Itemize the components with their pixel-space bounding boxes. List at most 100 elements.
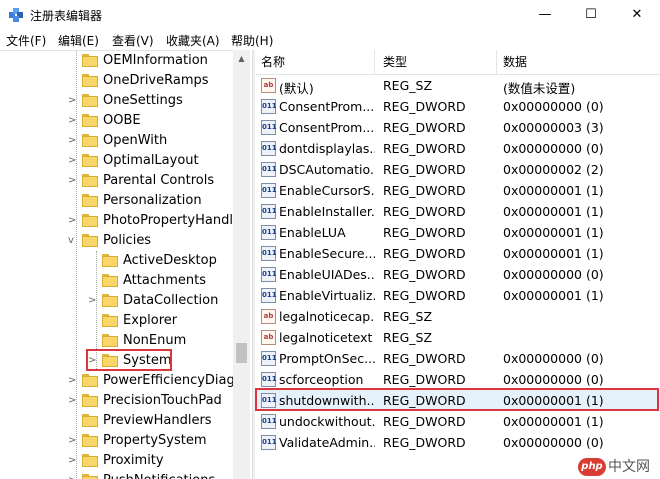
value-row[interactable]: 011 ConsentProm... REG_DWORD 0x00000000 (0) xyxy=(255,96,660,117)
value-row[interactable]: 011 EnableUIADes... REG_DWORD 0x00000000 (0… xyxy=(255,264,660,285)
expand-right-icon[interactable]: > xyxy=(68,94,78,108)
expand-right-icon[interactable] xyxy=(68,194,78,208)
binary-value-icon: 011 xyxy=(261,225,277,240)
string-value-icon: ab xyxy=(261,330,276,345)
menu-view[interactable]: 查看(V) xyxy=(112,32,154,49)
expand-right-icon[interactable] xyxy=(88,274,98,288)
tree-item-label: DataCollection xyxy=(123,293,219,308)
tree-item[interactable]: v Policies xyxy=(0,231,232,251)
value-name: ValidateAdmin... xyxy=(279,435,375,450)
tree-item[interactable]: Personalization xyxy=(0,191,232,211)
menu-edit[interactable]: 编辑(E) xyxy=(58,32,99,49)
binary-value-icon: 011 xyxy=(261,351,277,366)
value-type: REG_DWORD xyxy=(383,141,466,156)
value-row[interactable]: 011 EnableInstaller... REG_DWORD 0x00000001… xyxy=(255,201,660,222)
tree-item[interactable]: > PushNotifications xyxy=(0,471,232,479)
tree-item[interactable]: Attachments xyxy=(0,271,232,291)
folder-icon xyxy=(82,394,98,407)
column-header-type[interactable]: 类型 xyxy=(377,50,497,74)
values-list[interactable]: 名称 类型 数据 ab (默认) REG_SZ (数值未设置) 011 ConsentPr… xyxy=(255,50,660,479)
expand-right-icon[interactable]: > xyxy=(68,214,78,228)
expand-right-icon[interactable]: > xyxy=(68,474,78,479)
tree-item[interactable]: PreviewHandlers xyxy=(0,411,232,431)
column-header-data[interactable]: 数据 xyxy=(497,50,660,74)
value-name: EnableInstaller... xyxy=(279,204,375,219)
tree-item[interactable]: > OptimalLayout xyxy=(0,151,232,171)
tree-item[interactable]: > PrecisionTouchPad xyxy=(0,391,232,411)
value-row[interactable]: 011 dontdisplaylas... REG_DWORD 0x00000000 … xyxy=(255,138,660,159)
tree-item[interactable]: OEMInformation xyxy=(0,51,232,71)
expand-down-icon[interactable]: v xyxy=(68,234,78,248)
minimize-button[interactable]: — xyxy=(522,0,568,30)
expand-right-icon[interactable]: > xyxy=(68,134,78,148)
expand-right-icon[interactable]: > xyxy=(68,434,78,448)
value-row[interactable]: 011 ConsentProm... REG_DWORD 0x00000003 (3) xyxy=(255,117,660,138)
value-row[interactable]: ab legalnoticetext REG_SZ xyxy=(255,327,660,348)
value-name: EnableVirtualiz... xyxy=(279,288,375,303)
tree-item[interactable]: > PowerEfficiencyDiagno xyxy=(0,371,250,391)
value-data: 0x00000001 (1) xyxy=(503,225,604,240)
value-row[interactable]: 011 undockwithout... REG_DWORD 0x00000001 (… xyxy=(255,411,660,432)
value-type: REG_DWORD xyxy=(383,435,466,450)
tree-item[interactable]: > OpenWith xyxy=(0,131,232,151)
tree-item[interactable]: > Parental Controls xyxy=(0,171,232,191)
tree-item[interactable]: OneDriveRamps xyxy=(0,71,232,91)
expand-right-icon[interactable] xyxy=(68,54,78,68)
menu-favorites[interactable]: 收藏夹(A) xyxy=(166,32,220,49)
maximize-button[interactable]: ☐ xyxy=(568,0,614,30)
value-row[interactable]: 011 EnableVirtualiz... REG_DWORD 0x00000001… xyxy=(255,285,660,306)
tree-item-label: PushNotifications xyxy=(103,473,215,479)
expand-right-icon[interactable] xyxy=(88,334,98,348)
value-name: legalnoticetext xyxy=(279,330,373,345)
value-row[interactable]: 011 DSCAutomatio... REG_DWORD 0x00000002 (2… xyxy=(255,159,660,180)
tree-item[interactable]: > PropertySystem xyxy=(0,431,232,451)
folder-icon xyxy=(82,414,98,427)
binary-value-icon: 011 xyxy=(261,267,277,282)
expand-right-icon[interactable]: > xyxy=(68,394,78,408)
value-type: REG_SZ xyxy=(383,78,433,93)
tree-item[interactable]: > OneSettings xyxy=(0,91,232,111)
expand-right-icon[interactable] xyxy=(88,254,98,268)
scrollbar-thumb[interactable] xyxy=(236,343,247,363)
expand-right-icon[interactable]: > xyxy=(68,454,78,468)
expand-right-icon[interactable]: > xyxy=(68,374,78,388)
column-header-name[interactable]: 名称 xyxy=(255,50,375,74)
value-data: 0x00000000 (0) xyxy=(503,267,604,282)
value-row[interactable]: 011 EnableSecure... REG_DWORD 0x00000001 (1… xyxy=(255,243,660,264)
tree-item[interactable]: ActiveDesktop xyxy=(0,251,232,271)
registry-tree[interactable]: OEMInformation OneDriveRamps > OneSettings >… xyxy=(0,50,250,479)
tree-item[interactable]: > OOBE xyxy=(0,111,232,131)
value-row[interactable]: 011 EnableLUA REG_DWORD 0x00000001 (1) xyxy=(255,222,660,243)
tree-item[interactable]: > Proximity xyxy=(0,451,232,471)
close-button[interactable]: ✕ xyxy=(614,0,660,30)
expand-right-icon[interactable] xyxy=(88,314,98,328)
binary-value-icon: 011 xyxy=(261,141,277,156)
tree-item[interactable]: NonEnum xyxy=(0,331,232,351)
tree-scrollbar[interactable]: ▲ xyxy=(233,50,250,479)
value-row[interactable]: 011 PromptOnSec... REG_DWORD 0x00000000 (0) xyxy=(255,348,660,369)
value-data: 0x00000003 (3) xyxy=(503,120,604,135)
watermark-text: 中文网 xyxy=(608,459,650,475)
expand-right-icon[interactable] xyxy=(68,414,78,428)
value-row[interactable]: 011 ValidateAdmin... REG_DWORD 0x00000000 (… xyxy=(255,432,660,453)
tree-item[interactable]: Explorer xyxy=(0,311,232,331)
menu-help[interactable]: 帮助(H) xyxy=(231,32,273,49)
value-row[interactable]: ab (默认) REG_SZ (数值未设置) xyxy=(255,75,660,96)
scroll-up-arrow-icon[interactable]: ▲ xyxy=(233,50,250,67)
value-row[interactable]: 011 EnableCursorS... REG_DWORD 0x00000001 (… xyxy=(255,180,660,201)
binary-value-icon: 011 xyxy=(261,435,277,450)
value-row[interactable]: 011 scforceoption REG_DWORD 0x00000000 (0) xyxy=(255,369,660,390)
expand-right-icon[interactable]: > xyxy=(68,154,78,168)
php-logo: php xyxy=(578,458,606,476)
value-type: REG_SZ xyxy=(383,309,433,324)
value-type: REG_DWORD xyxy=(383,162,466,177)
value-row[interactable]: ab legalnoticecap... REG_SZ xyxy=(255,306,660,327)
menu-file[interactable]: 文件(F) xyxy=(6,32,46,49)
expand-right-icon[interactable] xyxy=(68,74,78,88)
tree-item[interactable]: > DataCollection xyxy=(0,291,232,311)
tree-item[interactable]: > PhotoPropertyHandler xyxy=(0,211,246,231)
expand-right-icon[interactable]: > xyxy=(68,114,78,128)
expand-right-icon[interactable]: > xyxy=(68,174,78,188)
expand-right-icon[interactable]: > xyxy=(88,294,98,308)
value-data: 0x00000000 (0) xyxy=(503,372,604,387)
